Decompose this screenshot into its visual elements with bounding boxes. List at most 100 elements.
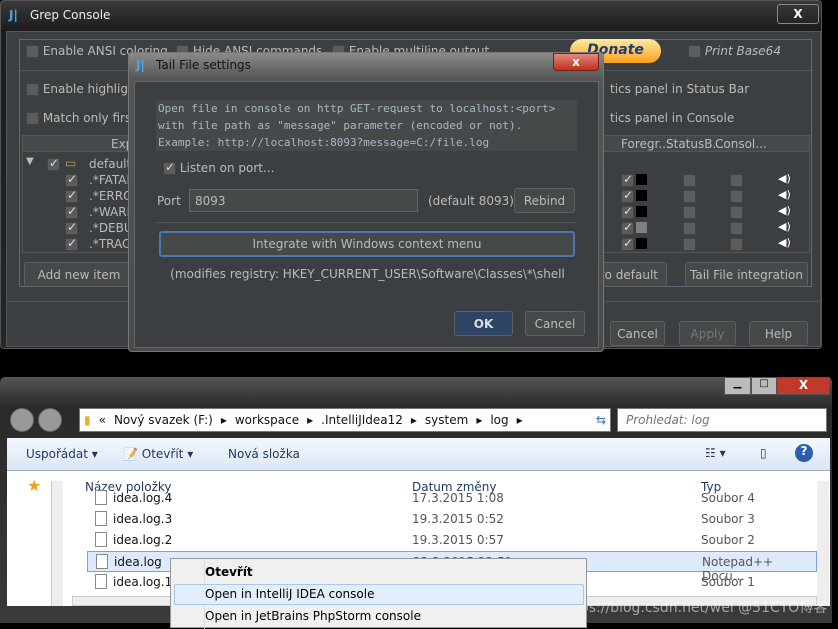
organize-menu[interactable]: Uspořádat ▾ bbox=[26, 447, 98, 461]
port-input[interactable] bbox=[189, 189, 418, 212]
cancel-button[interactable]: Cancel bbox=[525, 311, 585, 336]
open-menu[interactable]: 📝 Otevřít ▾ bbox=[123, 447, 193, 461]
enabled-checkbox[interactable] bbox=[65, 188, 78, 203]
description-text: Open file in console on http GET-request… bbox=[156, 100, 577, 151]
foreground-color-swatch[interactable] bbox=[636, 190, 647, 201]
close-button[interactable]: X bbox=[777, 377, 830, 395]
console-checkbox[interactable] bbox=[730, 237, 743, 251]
foreground-checkbox[interactable] bbox=[621, 188, 634, 203]
forward-button[interactable] bbox=[38, 408, 62, 432]
foreground-checkbox[interactable] bbox=[621, 172, 634, 187]
context-menu: Otevřít Open in IntelliJ IDEA console Op… bbox=[170, 558, 587, 629]
listen-on-port-checkbox[interactable]: Listen on port... bbox=[163, 160, 274, 175]
file-name: idea.log.4 bbox=[113, 491, 173, 505]
tail-file-settings-dialog: J| Tail File settings x Open file in con… bbox=[128, 52, 604, 352]
console-checkbox[interactable] bbox=[730, 221, 743, 235]
path-overflow[interactable]: « bbox=[99, 413, 106, 427]
file-name: idea.log.1 bbox=[113, 575, 173, 589]
watermark: https://blog.csdn.net/wei @51CTO博客 bbox=[560, 600, 828, 616]
file-icon bbox=[95, 532, 107, 547]
match-first-checkbox[interactable]: Match only first bbox=[26, 111, 136, 125]
foreground-checkbox[interactable] bbox=[621, 204, 634, 219]
rebind-button[interactable]: Rebind bbox=[514, 188, 575, 213]
statusbar-checkbox[interactable] bbox=[683, 173, 696, 187]
header-foreground[interactable]: Foregr... bbox=[621, 137, 670, 151]
stats-console-label: tics panel in Console bbox=[610, 111, 735, 125]
address-bar[interactable]: ▮ « Nový svazek (F:) ▸ workspace ▸ .Intell… bbox=[79, 408, 611, 432]
vertical-scrollbar[interactable] bbox=[817, 481, 829, 606]
tail-file-integration-button[interactable]: Tail File integration bbox=[685, 262, 808, 287]
window-title: Grep Console bbox=[30, 8, 111, 22]
file-row[interactable]: idea.log.2 19.3.2015 0:57 Soubor 2 bbox=[87, 530, 817, 551]
back-button[interactable] bbox=[10, 408, 34, 432]
path-segment[interactable]: log bbox=[490, 413, 508, 427]
help-button[interactable]: Help bbox=[749, 321, 808, 346]
apply-button[interactable]: Apply bbox=[679, 321, 736, 346]
help-icon[interactable]: ? bbox=[795, 444, 813, 462]
console-checkbox[interactable] bbox=[730, 173, 743, 187]
sound-icon[interactable]: ◀) bbox=[778, 236, 791, 249]
add-new-item-button[interactable]: Add new item bbox=[24, 262, 134, 287]
path-segment[interactable]: workspace bbox=[235, 413, 299, 427]
enabled-checkbox[interactable] bbox=[65, 204, 78, 219]
path-segment[interactable]: system bbox=[425, 413, 468, 427]
cancel-button[interactable]: Cancel bbox=[610, 321, 665, 346]
window-controls: ▁ □ X bbox=[724, 377, 830, 395]
registry-note: (modifies registry: HKEY_CURRENT_USER\So… bbox=[170, 267, 565, 281]
close-button[interactable]: x bbox=[553, 53, 599, 71]
file-type: Soubor 2 bbox=[701, 533, 755, 547]
enabled-checkbox[interactable] bbox=[65, 220, 78, 235]
sound-icon[interactable]: ◀) bbox=[778, 188, 791, 201]
statusbar-checkbox[interactable] bbox=[683, 205, 696, 219]
view-options-icon[interactable]: ☷ ▾ bbox=[705, 446, 726, 460]
ok-button[interactable]: OK bbox=[454, 311, 513, 336]
new-folder-button[interactable]: Nová složka bbox=[228, 447, 300, 461]
preview-pane-icon[interactable]: ▯ bbox=[760, 446, 767, 460]
console-checkbox[interactable] bbox=[730, 205, 743, 219]
foreground-color-swatch[interactable] bbox=[636, 206, 647, 217]
sound-icon[interactable]: ◀) bbox=[778, 172, 791, 185]
refresh-icon[interactable]: ⇆ bbox=[596, 413, 606, 427]
favorites-star-icon[interactable]: ★ bbox=[27, 476, 41, 495]
foreground-color-swatch[interactable] bbox=[636, 238, 647, 249]
file-date: 19.3.2015 0:52 bbox=[412, 512, 504, 526]
menu-item-open[interactable]: Otevřít bbox=[205, 565, 253, 579]
enabled-checkbox[interactable] bbox=[65, 172, 78, 187]
dialog-body: Open file in console on http GET-request… bbox=[134, 81, 599, 348]
expand-arrow-icon[interactable]: ▼ bbox=[26, 156, 34, 167]
nav-scrollbar[interactable] bbox=[51, 481, 63, 606]
header-console[interactable]: Consol... bbox=[715, 137, 767, 151]
statusbar-checkbox[interactable] bbox=[683, 221, 696, 235]
foreground-color-swatch[interactable] bbox=[636, 174, 647, 185]
close-button[interactable]: X bbox=[777, 4, 819, 24]
enabled-checkbox[interactable] bbox=[47, 156, 60, 171]
statusbar-checkbox[interactable] bbox=[683, 237, 696, 251]
expression-cell: default bbox=[89, 157, 132, 171]
statusbar-checkbox[interactable] bbox=[683, 189, 696, 203]
menu-item-open-intellij[interactable]: Open in IntelliJ IDEA console bbox=[174, 584, 584, 605]
console-checkbox[interactable] bbox=[730, 189, 743, 203]
file-date: 17.3.2015 1:08 bbox=[412, 491, 504, 505]
integrate-context-menu-button[interactable]: Integrate with Windows context menu bbox=[159, 231, 575, 257]
file-row[interactable]: idea.log.4 17.3.2015 1:08 Soubor 4 bbox=[87, 488, 817, 509]
minimize-button[interactable]: ▁ bbox=[724, 377, 751, 395]
sound-icon[interactable]: ◀) bbox=[778, 220, 791, 233]
file-name: idea.log.3 bbox=[113, 512, 173, 526]
maximize-button[interactable]: □ bbox=[751, 377, 777, 395]
path-segment[interactable]: Nový svazek (F:) bbox=[114, 413, 213, 427]
menu-item-open-phpstorm[interactable]: Open in JetBrains PhpStorm console bbox=[205, 609, 421, 623]
sound-icon[interactable]: ◀) bbox=[778, 204, 791, 217]
base64-checkbox[interactable]: Print Base64 bbox=[688, 44, 781, 58]
file-row[interactable]: idea.log.3 19.3.2015 0:52 Soubor 3 bbox=[87, 509, 817, 530]
notepad-file-icon bbox=[96, 554, 108, 569]
foreground-color-swatch[interactable] bbox=[636, 222, 647, 233]
file-type: Soubor 4 bbox=[701, 491, 755, 505]
file-icon bbox=[95, 574, 107, 589]
intellij-logo-icon: J| bbox=[136, 58, 145, 72]
enabled-checkbox[interactable] bbox=[65, 236, 78, 251]
path-segment[interactable]: .IntelliJIdea12 bbox=[321, 413, 403, 427]
search-input[interactable] bbox=[617, 408, 827, 432]
foreground-checkbox[interactable] bbox=[621, 236, 634, 251]
foreground-checkbox[interactable] bbox=[621, 220, 634, 235]
folder-icon: ▭ bbox=[65, 156, 77, 170]
